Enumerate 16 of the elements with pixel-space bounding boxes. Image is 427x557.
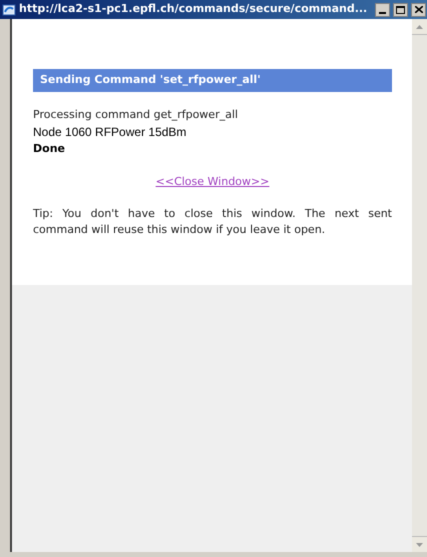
status-line: Processing command get_rfpower_all — [33, 107, 239, 123]
close-window-link[interactable]: <<Close Window>> — [156, 174, 270, 190]
close-icon — [414, 6, 422, 13]
maximize-icon — [396, 6, 405, 14]
minimize-button[interactable] — [375, 2, 390, 16]
down-arrow-icon — [416, 542, 423, 546]
result-line: Node 1060 RFPower 15dBm — [33, 124, 188, 141]
done-label: Done — [33, 141, 66, 157]
tip-text: Tip: You don't have to close this window. The next sent command will reuse this window if you leave it open. — [33, 206, 392, 238]
close-button[interactable] — [411, 2, 426, 16]
browser-icon — [2, 2, 16, 16]
command-heading: Sending Command 'set_rfpower_all' — [33, 69, 392, 92]
maximize-button[interactable] — [393, 2, 408, 16]
minimize-icon — [379, 12, 386, 14]
window-title: http://lca2-s1-pc1.epfl.ch/commands/secure/command... — [19, 1, 368, 18]
up-arrow-icon — [416, 24, 423, 28]
